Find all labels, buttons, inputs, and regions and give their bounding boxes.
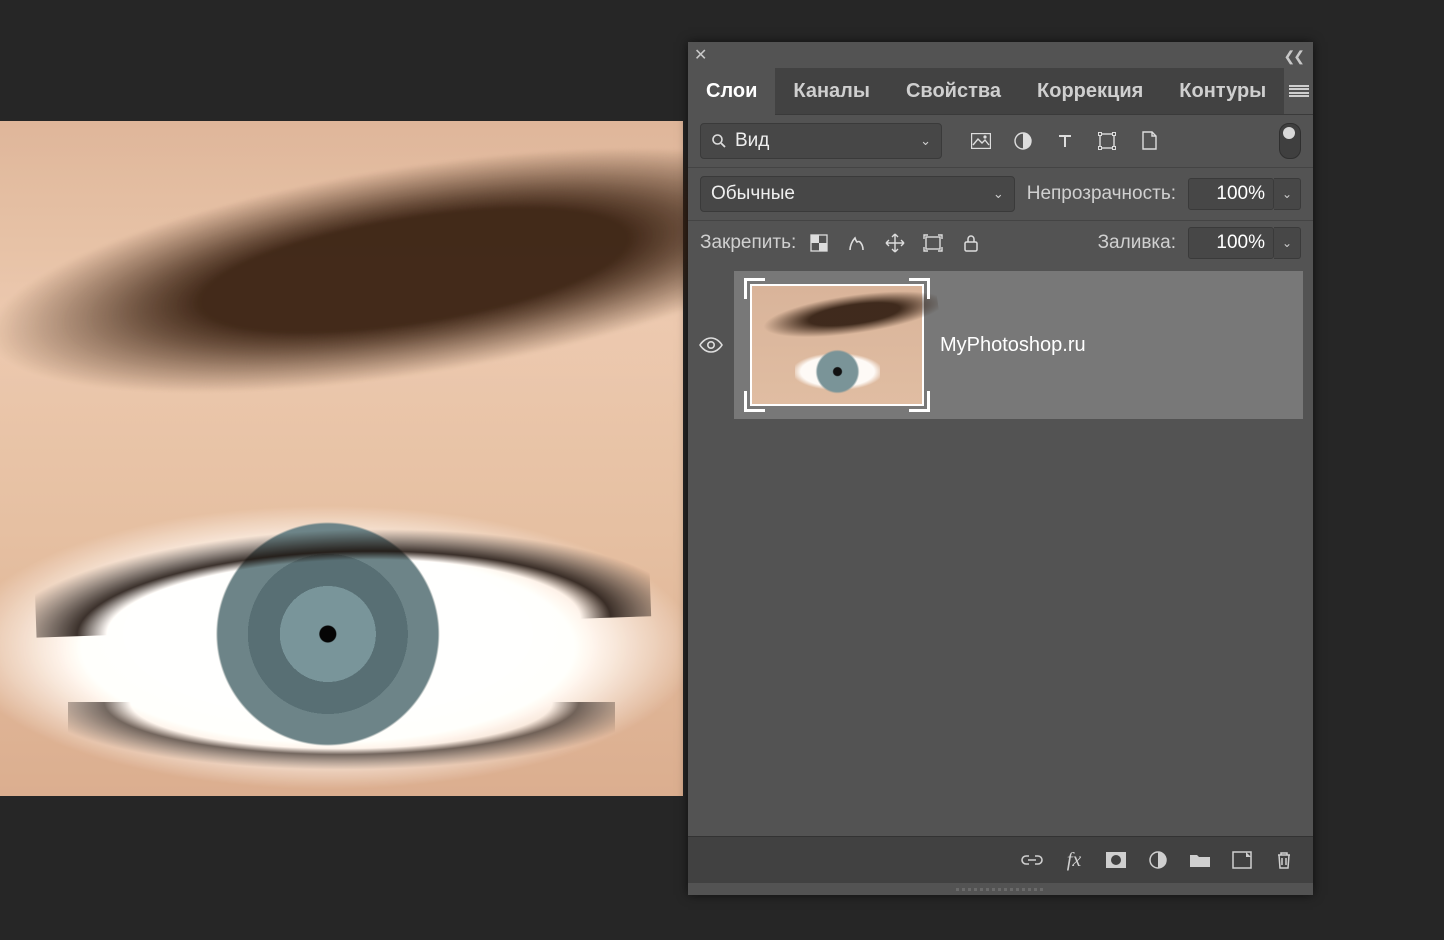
layer-style-icon[interactable]: fx bbox=[1063, 849, 1085, 871]
filter-smartobject-icon[interactable] bbox=[1138, 130, 1160, 152]
lock-transparency-icon[interactable] bbox=[808, 232, 830, 254]
search-icon bbox=[711, 133, 727, 149]
kind-filter-label: Вид bbox=[735, 130, 769, 152]
group-icon[interactable] bbox=[1189, 849, 1211, 871]
lashes-top-shape bbox=[32, 482, 651, 638]
lock-all-icon[interactable] bbox=[960, 232, 982, 254]
panel-resize-grip[interactable] bbox=[688, 883, 1313, 895]
canvas[interactable] bbox=[0, 121, 683, 796]
opacity-value[interactable]: 100% bbox=[1188, 178, 1274, 210]
fill-label: Заливка: bbox=[1098, 232, 1176, 254]
blend-mode-dropdown[interactable]: Обычные ⌄ bbox=[700, 176, 1015, 212]
panel-menu-button[interactable] bbox=[1284, 68, 1313, 114]
tab-paths[interactable]: Контуры bbox=[1161, 68, 1284, 114]
tab-label: Контуры bbox=[1179, 80, 1266, 103]
tab-layers[interactable]: Слои bbox=[688, 68, 775, 114]
filter-row: Вид ⌄ bbox=[688, 115, 1313, 168]
filter-type-text-icon[interactable] bbox=[1054, 130, 1076, 152]
grip-dots bbox=[956, 888, 1046, 891]
filter-adjustment-icon[interactable] bbox=[1012, 130, 1034, 152]
layer-thumbnail[interactable] bbox=[750, 284, 924, 406]
lock-row: Закрепить: Заливка: 100% ⌄ bbox=[688, 221, 1313, 265]
filter-type-icons bbox=[970, 130, 1160, 152]
fill-value-text: 100% bbox=[1216, 232, 1265, 254]
kind-filter-dropdown[interactable]: Вид ⌄ bbox=[700, 123, 942, 159]
layer-row[interactable]: MyPhotoshop.ru bbox=[688, 271, 1303, 419]
document-image bbox=[0, 121, 683, 796]
tab-properties[interactable]: Свойства bbox=[888, 68, 1019, 114]
lock-buttons bbox=[808, 232, 982, 254]
tab-channels[interactable]: Каналы bbox=[775, 68, 888, 114]
trash-icon[interactable] bbox=[1273, 849, 1295, 871]
tab-label: Слои bbox=[706, 80, 757, 103]
chevron-down-icon: ⌄ bbox=[920, 133, 931, 149]
visibility-toggle[interactable] bbox=[688, 271, 734, 419]
chevron-down-icon: ⌄ bbox=[993, 186, 1004, 202]
lock-position-icon[interactable] bbox=[884, 232, 906, 254]
lashes-bottom-shape bbox=[68, 702, 614, 797]
tab-label: Коррекция bbox=[1037, 80, 1143, 103]
blend-row: Обычные ⌄ Непрозрачность: 100% ⌄ bbox=[688, 168, 1313, 221]
close-icon[interactable]: ✕ bbox=[694, 45, 707, 65]
link-layers-icon[interactable] bbox=[1021, 849, 1043, 871]
toggle-knob bbox=[1283, 127, 1295, 139]
fill-value[interactable]: 100% bbox=[1188, 227, 1274, 259]
eye-icon bbox=[699, 337, 723, 353]
filter-toggle[interactable] bbox=[1279, 123, 1301, 159]
lock-image-icon[interactable] bbox=[846, 232, 868, 254]
collapse-icon[interactable]: ❮❮ bbox=[1284, 48, 1303, 65]
layer-list[interactable]: MyPhotoshop.ru bbox=[688, 265, 1313, 836]
panel-titlebar[interactable]: ✕ ❮❮ bbox=[688, 42, 1313, 68]
panel-footer: fx bbox=[688, 836, 1313, 883]
panel-tabs: Слои Каналы Свойства Коррекция Контуры bbox=[688, 68, 1313, 115]
fill-stepper[interactable]: ⌄ bbox=[1274, 227, 1301, 259]
blend-mode-value: Обычные bbox=[711, 183, 795, 205]
tab-adjustments[interactable]: Коррекция bbox=[1019, 68, 1161, 114]
layers-panel: ✕ ❮❮ Слои Каналы Свойства Коррекция Конт… bbox=[688, 42, 1313, 895]
lock-artboard-icon[interactable] bbox=[922, 232, 944, 254]
hamburger-icon bbox=[1289, 85, 1309, 97]
lock-label: Закрепить: bbox=[700, 232, 796, 254]
adjustment-layer-icon[interactable] bbox=[1147, 849, 1169, 871]
eyebrow-shape bbox=[0, 92, 802, 487]
opacity-value-text: 100% bbox=[1216, 183, 1265, 205]
layer-name[interactable]: MyPhotoshop.ru bbox=[940, 334, 1086, 357]
opacity-label: Непрозрачность: bbox=[1027, 183, 1176, 205]
filter-shape-icon[interactable] bbox=[1096, 130, 1118, 152]
tab-label: Каналы bbox=[793, 80, 870, 103]
opacity-stepper[interactable]: ⌄ bbox=[1274, 178, 1301, 210]
tab-label: Свойства bbox=[906, 80, 1001, 103]
layer-mask-icon[interactable] bbox=[1105, 849, 1127, 871]
new-layer-icon[interactable] bbox=[1231, 849, 1253, 871]
thumbnail-image bbox=[752, 286, 922, 404]
filter-pixel-icon[interactable] bbox=[970, 130, 992, 152]
